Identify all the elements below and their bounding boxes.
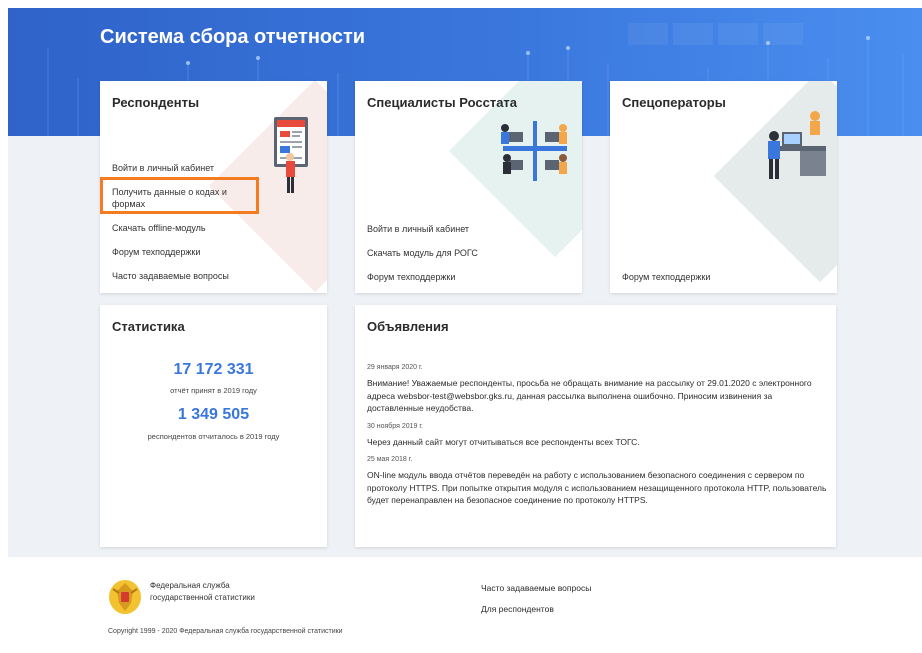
support-forum-link[interactable]: Форум техподдержки — [367, 271, 478, 283]
office-workers-illustration-icon — [501, 121, 567, 181]
card-title: Статистика — [112, 319, 185, 334]
card-title: Спецоператоры — [622, 95, 726, 110]
operator-desk-illustration-icon — [768, 111, 826, 179]
news-date: 29 января 2020 г. — [367, 364, 423, 371]
card-title: Респонденты — [112, 95, 200, 110]
highlight-box — [100, 177, 259, 214]
card-news: Объявления 29 января 2020 г. Внимание! У… — [355, 305, 836, 547]
news-text: Через данный сайт могут отчитываться все… — [367, 436, 640, 447]
news-text: ON-line модуль ввода отчётов переведён н… — [367, 470, 827, 505]
reports-count: 17 172 331 — [173, 361, 254, 378]
respondents-count: 1 349 505 — [177, 406, 250, 423]
news-date: 30 ноября 2019 г. — [367, 422, 423, 430]
respondents-caption: респондентов отчиталось в 2019 году — [147, 432, 280, 441]
rosstat-links: Войти в личный кабинет Скачать модуль дл… — [367, 223, 478, 293]
news-text: Внимание! Уважаемые респонденты, просьба… — [367, 378, 812, 413]
org-name-line: Федеральная служба — [150, 581, 230, 590]
card-statistics: Статистика 17 172 331 отчёт принят в 201… — [100, 305, 327, 547]
support-forum-link[interactable]: Форум техподдержки — [622, 271, 710, 283]
org-name-line: государственной статистики — [150, 593, 255, 602]
support-forum-link[interactable]: Форум техподдержки — [112, 246, 257, 258]
login-link[interactable]: Войти в личный кабинет — [367, 223, 478, 235]
site-title: Система сбора отчетности — [100, 26, 366, 48]
presentation-illustration-icon — [274, 117, 308, 193]
login-link[interactable]: Войти в личный кабинет — [112, 162, 257, 174]
card-rosstat: Специалисты Росстата Войти в личный каби… — [355, 81, 582, 293]
operators-links: Форум техподдержки — [622, 271, 710, 293]
card-operators: Спецоператоры Форум техподдержки — [610, 81, 837, 293]
card-title: Объявления — [367, 319, 449, 334]
copyright: Copyright 1999 - 2020 Федеральная служба… — [108, 628, 343, 635]
card-title: Специалисты Росстата — [367, 95, 518, 110]
news-date: 25 мая 2018 г. — [367, 456, 413, 463]
offline-module-link[interactable]: Скачать offline-модуль — [112, 222, 257, 234]
rosstat-emblem-logo-icon — [109, 580, 141, 614]
org-name: Федеральная служба государственной стати… — [150, 580, 255, 604]
faq-link[interactable]: Часто задаваемые вопросы — [112, 270, 257, 282]
reports-caption: отчёт принят в 2019 году — [170, 386, 257, 395]
footer-faq-link[interactable]: Часто задаваемые вопросы — [481, 583, 591, 593]
download-rogs-module-link[interactable]: Скачать модуль для РОГС — [367, 247, 478, 259]
footer-respondents-link[interactable]: Для респондентов — [481, 604, 554, 614]
news-list: 29 января 2020 г. Внимание! Уважаемые ре… — [367, 363, 827, 514]
